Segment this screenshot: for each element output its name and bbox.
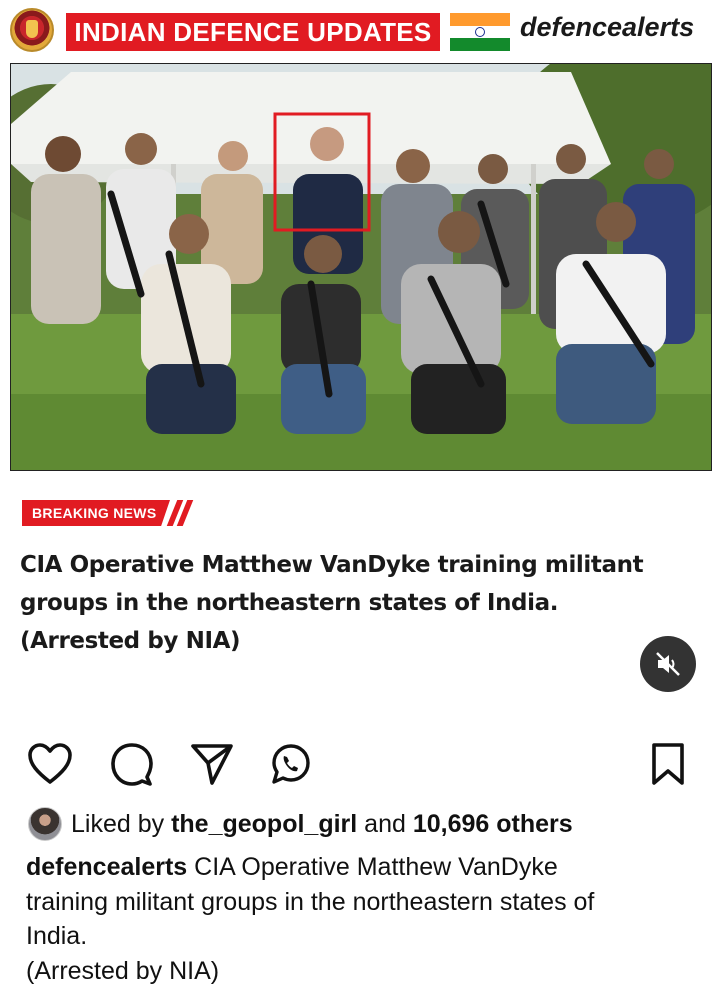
caption-username[interactable]: defencealerts: [26, 853, 187, 881]
liker-username[interactable]: the_geopol_girl: [171, 810, 357, 839]
avatar[interactable]: [28, 807, 62, 841]
headline-line: (Arrested by NIA): [20, 628, 241, 654]
post-caption: defencealerts CIA Operative Matthew VanD…: [26, 850, 706, 988]
post-photo[interactable]: [10, 63, 712, 471]
comment-icon: [111, 743, 153, 786]
post-header-banner: INDIAN DEFENCE UPDATES defencealerts: [0, 0, 720, 60]
headline-line: CIA Operative Matthew VanDyke training m…: [20, 552, 644, 578]
like-button[interactable]: [26, 740, 74, 788]
banner-title: INDIAN DEFENCE UPDATES: [66, 13, 440, 51]
india-flag-icon: [450, 13, 510, 51]
likes-count[interactable]: 10,696 others: [413, 810, 573, 839]
banner-handle: defencealerts: [520, 12, 695, 42]
headline-line: groups in the northeastern states of Ind…: [20, 590, 559, 616]
group-photo-illustration: [11, 64, 711, 470]
breaking-news-label: BREAKING NEWS: [22, 500, 170, 526]
caption-text: CIA Operative Matthew VanDyke: [194, 853, 558, 881]
army-emblem-icon: [10, 8, 54, 52]
caption-text: India.: [26, 922, 88, 950]
likes-summary[interactable]: Liked by the_geopol_girl and 10,696 othe…: [28, 806, 573, 842]
comment-button[interactable]: [108, 740, 156, 788]
send-icon: [191, 744, 233, 785]
heart-icon: [28, 743, 72, 784]
speaker-muted-icon: [656, 652, 680, 676]
whatsapp-icon: [272, 744, 310, 784]
mute-button[interactable]: [640, 636, 696, 692]
save-button[interactable]: [644, 740, 692, 788]
share-button[interactable]: [188, 740, 236, 788]
post-headline: CIA Operative Matthew VanDyke training m…: [20, 546, 710, 660]
caption-text: (Arrested by NIA): [26, 956, 220, 985]
whatsapp-share-button[interactable]: [266, 740, 314, 788]
bookmark-icon: [652, 743, 684, 785]
caption-text: training militant groups in the northeas…: [26, 887, 595, 916]
likes-prefix: Liked by: [71, 809, 165, 838]
likes-connector: and: [364, 809, 406, 838]
post-action-bar: [0, 740, 720, 790]
